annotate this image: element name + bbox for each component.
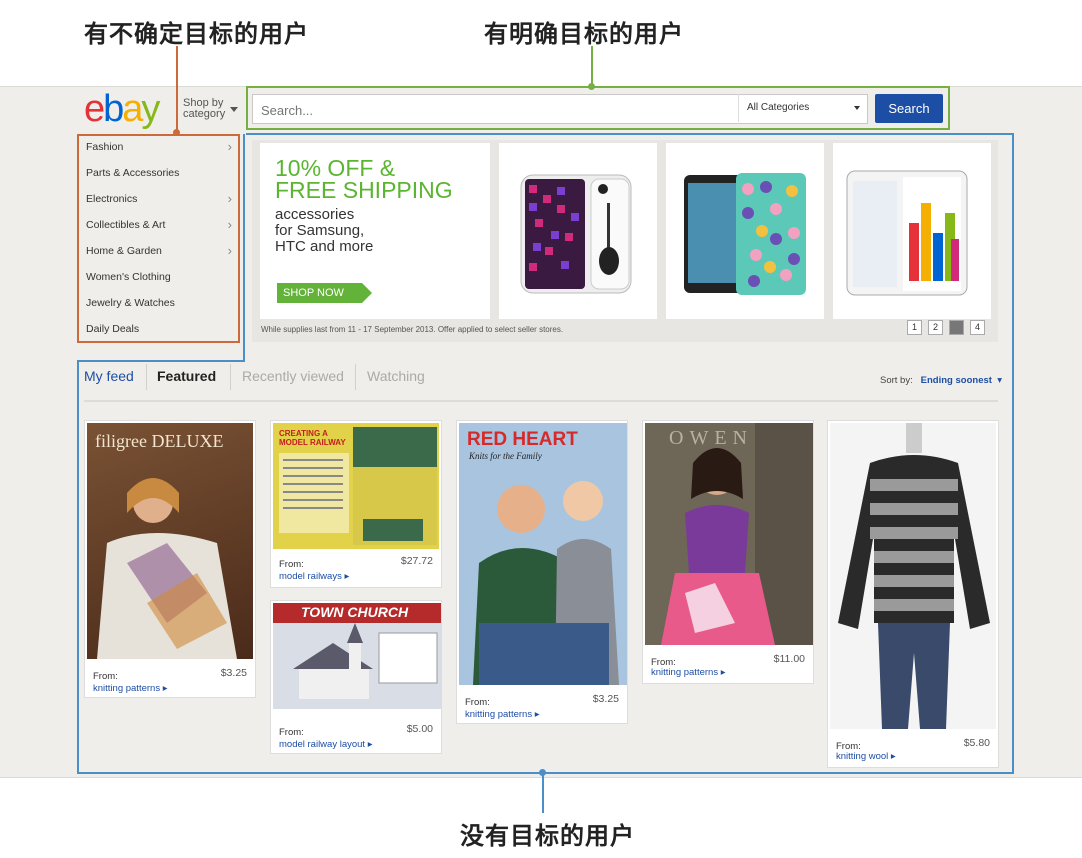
promo-sub-2: for Samsung, (275, 222, 365, 239)
item-category-link[interactable]: knitting patterns ▸ (651, 667, 725, 678)
pager-1[interactable]: 1 (907, 320, 922, 335)
fashion-model-image (645, 423, 813, 645)
tablet-case-image (684, 173, 806, 295)
pager-3[interactable]: 3 (949, 320, 964, 335)
item-card[interactable]: RED HEART Knits for the Family From: kni… (456, 420, 628, 724)
tablet-case-image (846, 170, 968, 296)
chevron-down-icon: ▾ (994, 375, 1002, 386)
promo-headline-1: 10% OFF & (275, 155, 396, 181)
item-from-label: From: (279, 727, 304, 738)
phone-case-image (520, 174, 632, 294)
item-image: TOWN CHURCH (273, 603, 441, 709)
striped-sweater-image (838, 423, 990, 729)
item-image-title: RED HEART (467, 429, 578, 450)
sort-control[interactable]: Sort by: Ending soonest ▾ (880, 375, 1002, 386)
item-price: $3.25 (592, 693, 619, 705)
item-card[interactable]: From: knitting wool ▸ $5.80 (827, 420, 999, 768)
tab-divider (230, 364, 231, 390)
book-cover-image (279, 427, 437, 545)
tab-underline (84, 400, 998, 402)
promo-sub-3: HTC and more (275, 238, 374, 255)
item-category-link[interactable]: knitting patterns ▸ (465, 709, 539, 720)
tab-watching[interactable]: Watching (367, 368, 425, 384)
item-image-title: OWEN (669, 427, 753, 449)
item-price: $5.00 (406, 723, 433, 735)
item-category-link[interactable]: model railways ▸ (279, 571, 349, 582)
sort-label: Sort by: (880, 375, 913, 386)
item-card[interactable]: TOWN CHURCH From: model railway layout ▸… (270, 600, 442, 754)
item-image: filigree DELUXE (87, 423, 253, 659)
item-image: OWEN (645, 423, 813, 645)
item-card[interactable]: OWEN From: knitting patterns ▸ $11.00 (642, 420, 814, 684)
pager-4[interactable]: 4 (970, 320, 985, 335)
tab-recently-viewed[interactable]: Recently viewed (242, 368, 344, 384)
church-model-image (273, 623, 441, 709)
promo-product-tile[interactable] (833, 143, 991, 319)
tab-divider (146, 364, 147, 390)
promo-headline-2: FREE SHIPPING (275, 177, 453, 203)
item-from-label: From: (93, 671, 118, 682)
item-image-subtitle: Knits for the Family (469, 451, 542, 461)
item-card[interactable]: filigree DELUXE From: knitting patterns … (84, 420, 256, 698)
item-from-label: From: (279, 559, 304, 570)
sort-value: Ending soonest (920, 375, 992, 386)
item-category-link[interactable]: model railway layout ▸ (279, 739, 372, 750)
promo-sub-1: accessories (275, 206, 355, 223)
knitting-family-image (459, 423, 627, 685)
item-image (830, 423, 996, 729)
tab-my-feed[interactable]: My feed (84, 368, 134, 384)
item-category-link[interactable]: knitting patterns ▸ (93, 683, 167, 694)
tab-divider (355, 364, 356, 390)
item-category-link[interactable]: knitting wool ▸ (836, 751, 896, 762)
item-image: CREATING A MODEL RAILWAY (273, 423, 439, 549)
item-price: $27.72 (400, 555, 433, 567)
item-price: $5.80 (963, 737, 990, 749)
item-price: $3.25 (220, 667, 247, 679)
shop-now-button[interactable]: SHOP NOW (277, 283, 372, 303)
item-image: RED HEART Knits for the Family (459, 423, 627, 685)
pager-2[interactable]: 2 (928, 320, 943, 335)
promo-product-tile[interactable] (666, 143, 824, 319)
tab-featured[interactable]: Featured (157, 368, 216, 384)
item-card[interactable]: CREATING A MODEL RAILWAY From: model rai… (270, 420, 442, 588)
item-price: $11.00 (773, 653, 805, 665)
promo-panel[interactable]: 10% OFF & FREE SHIPPING accessories for Sa… (260, 143, 490, 319)
sweater-model-image (97, 478, 237, 659)
promo-disclaimer: While supplies last from 11 - 17 Septemb… (261, 325, 564, 334)
item-from-label: From: (465, 697, 490, 708)
promo-product-tile[interactable] (499, 143, 657, 319)
